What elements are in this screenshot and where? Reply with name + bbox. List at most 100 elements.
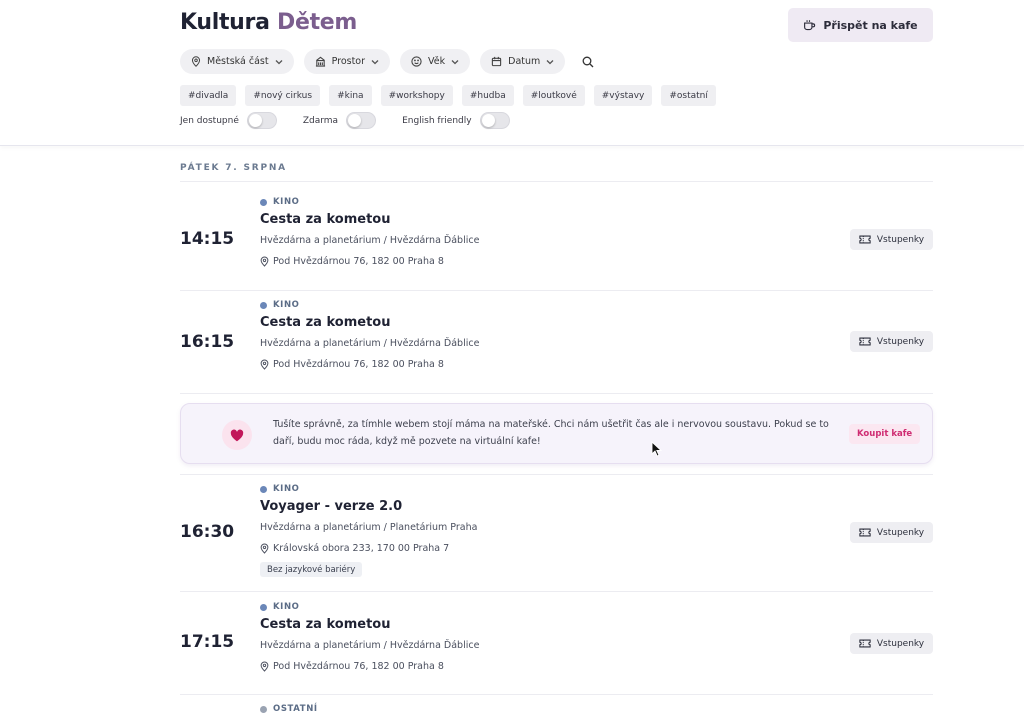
tickets-label: Vstupenky	[876, 638, 925, 649]
event-time: 16:15	[180, 332, 235, 352]
event-category: KINO	[260, 300, 300, 310]
calendar-icon	[491, 56, 502, 67]
toggle-free-switch[interactable]	[346, 112, 377, 129]
search-button[interactable]	[577, 49, 599, 74]
filter-bar: Městská část Prostor Věk Datum	[180, 49, 599, 74]
ticket-icon	[859, 639, 871, 648]
event-venue: Hvězdárna a planetárium / Hvězdárna Ďábl…	[260, 640, 480, 651]
filter-age[interactable]: Věk	[400, 49, 471, 74]
tickets-label: Vstupenky	[876, 336, 925, 347]
search-icon	[582, 56, 594, 67]
tag-hudba[interactable]: #hudba	[461, 85, 514, 106]
category-dot	[260, 705, 267, 713]
location-pin-icon	[260, 543, 269, 554]
event-category-label: OSTATNÍ	[273, 704, 318, 714]
site-title[interactable]: Kultura Dětem	[180, 10, 357, 35]
event-row: 16:30 KINO Voyager - verze 2.0 Hvězdárna…	[180, 484, 933, 584]
location-pin-icon	[191, 56, 201, 67]
event-category: OSTATNÍ	[260, 704, 318, 714]
event-address: Pod Hvězdárnou 76, 182 00 Praha 8	[260, 359, 444, 370]
support-banner: Tušíte správně, za tímhle webem stojí má…	[180, 403, 933, 464]
event-venue: Hvězdárna a planetárium / Planetárium Pr…	[260, 522, 478, 533]
toggle-english-switch[interactable]	[479, 112, 510, 129]
filter-age-label: Věk	[428, 56, 446, 67]
tag-ostatni[interactable]: #ostatní	[661, 85, 716, 106]
event-address-text: Pod Hvězdárnou 76, 182 00 Praha 8	[273, 661, 444, 672]
event-category-label: KINO	[273, 602, 300, 612]
filter-date[interactable]: Datum	[480, 49, 566, 74]
location-pin-icon	[260, 661, 269, 672]
chevron-down-icon	[546, 59, 554, 64]
heart-badge	[222, 420, 252, 450]
event-address: Královská obora 233, 170 00 Praha 7	[260, 543, 449, 554]
event-row: 14:15 KINO Cesta za kometou Hvězdárna a …	[180, 197, 933, 287]
divider	[180, 694, 933, 695]
event-category: KINO	[260, 602, 300, 612]
filter-date-label: Datum	[508, 56, 541, 67]
support-banner-text: Tušíte správně, za tímhle webem stojí má…	[273, 419, 829, 447]
toggle-free-label: Zdarma	[302, 115, 339, 126]
tag-novy-cirkus[interactable]: #nový cirkus	[245, 85, 321, 106]
heart-icon	[230, 429, 244, 441]
tag-workshopy[interactable]: #workshopy	[380, 85, 453, 106]
tag-divadla[interactable]: #divadla	[180, 85, 237, 106]
location-pin-icon	[260, 256, 269, 267]
event-row: 16:15 KINO Cesta za kometou Hvězdárna a …	[180, 300, 933, 390]
divider	[180, 290, 933, 291]
buy-coffee-button[interactable]: Koupit kafe	[849, 424, 921, 444]
mouse-cursor-icon	[651, 441, 662, 457]
building-icon	[315, 56, 325, 67]
event-category-label: KINO	[273, 300, 300, 310]
event-category-label: KINO	[273, 197, 300, 207]
event-category: KINO	[260, 484, 300, 494]
tickets-button[interactable]: Vstupenky	[850, 522, 933, 543]
event-address: Pod Hvězdárnou 76, 182 00 Praha 8	[260, 661, 444, 672]
tag-kina[interactable]: #kina	[329, 85, 372, 106]
tag-list: #divadla #nový cirkus #kina #workshopy #…	[180, 85, 716, 106]
switch-knob	[348, 114, 362, 127]
event-row: OSTATNÍ	[180, 704, 933, 724]
toggle-available-label: Jen dostupné	[180, 115, 239, 126]
event-name[interactable]: Cesta za kometou	[260, 212, 390, 227]
event-name[interactable]: Cesta za kometou	[260, 617, 390, 632]
event-address-text: Pod Hvězdárnou 76, 182 00 Praha 8	[273, 256, 444, 267]
donate-coffee-button[interactable]: Přispět na kafe	[788, 8, 933, 42]
event-category-label: KINO	[273, 484, 300, 494]
day-heading: PÁTEK 7. SRPNA	[180, 163, 287, 173]
toggle-available-switch[interactable]	[246, 112, 277, 129]
ticket-icon	[859, 528, 871, 537]
filter-venue-label: Prostor	[331, 56, 366, 67]
event-name[interactable]: Cesta za kometou	[260, 315, 390, 330]
ticket-icon	[859, 235, 871, 244]
site-header: Kultura Dětem Přispět na kafe Městská čá…	[0, 0, 1024, 146]
toggle-available: Jen dostupné	[180, 112, 277, 129]
event-category: KINO	[260, 197, 300, 207]
filter-venue[interactable]: Prostor	[303, 49, 391, 74]
event-address-text: Královská obora 233, 170 00 Praha 7	[273, 543, 450, 554]
tickets-button[interactable]: Vstupenky	[850, 331, 933, 352]
chevron-down-icon	[371, 59, 379, 64]
tag-loutkove[interactable]: #loutkové	[522, 85, 585, 106]
event-address-text: Pod Hvězdárnou 76, 182 00 Praha 8	[273, 359, 444, 370]
divider	[180, 393, 933, 394]
site-title-part1: Kultura	[180, 10, 270, 35]
tickets-label: Vstupenky	[876, 234, 925, 245]
donate-coffee-label: Přispět na kafe	[823, 18, 918, 32]
accessibility-badge: Bez jazykové bariéry	[260, 562, 363, 577]
event-venue: Hvězdárna a planetárium / Hvězdárna Ďábl…	[260, 235, 480, 246]
category-dot	[260, 485, 267, 493]
event-name[interactable]: Voyager - verze 2.0	[260, 499, 402, 514]
filter-district[interactable]: Městská část	[180, 49, 294, 74]
category-dot	[260, 603, 267, 611]
toggle-free: Zdarma	[302, 112, 377, 129]
event-address: Pod Hvězdárnou 76, 182 00 Praha 8	[260, 256, 444, 267]
location-pin-icon	[260, 359, 269, 370]
category-dot	[260, 301, 267, 309]
tag-vystavy[interactable]: #výstavy	[593, 85, 653, 106]
event-row: 17:15 KINO Cesta za kometou Hvězdárna a …	[180, 602, 933, 692]
tickets-button[interactable]: Vstupenky	[850, 229, 933, 250]
tickets-button[interactable]: Vstupenky	[850, 633, 933, 654]
face-icon	[411, 56, 422, 67]
divider	[180, 474, 933, 475]
coffee-cup-icon	[804, 19, 816, 30]
